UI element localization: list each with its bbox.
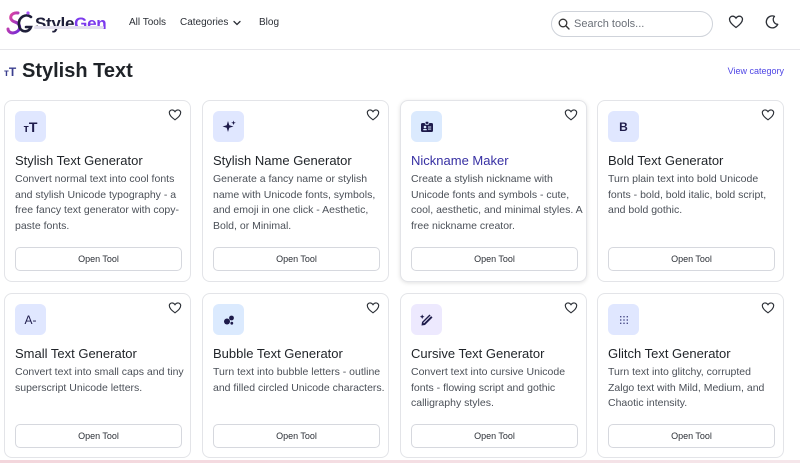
tool-description: Turn text into glitchy, corrupted Zalgo …: [608, 366, 765, 409]
tool-card[interactable]: Glitch Text Generator Turn text into gli…: [597, 293, 784, 458]
search-box[interactable]: [551, 11, 713, 37]
tool-card[interactable]: Nickname Maker Create a stylish nickname…: [400, 100, 587, 282]
brand-tagline-bar: [34, 26, 104, 29]
bubbles-icon: [213, 304, 244, 335]
tool-description: Convert text into cursive Unicode fonts …: [411, 366, 566, 409]
pen-icon: [411, 304, 442, 335]
open-tool-button[interactable]: Open Tool: [608, 424, 775, 448]
tool-description: Convert normal text into cool fonts and …: [15, 173, 179, 232]
tool-card[interactable]: B Bold Text Generator Turn plain text in…: [597, 100, 784, 282]
dark-mode-moon-icon[interactable]: [764, 14, 780, 30]
tool-card[interactable]: тT Stylish Text Generator Convert normal…: [4, 100, 191, 282]
tool-title[interactable]: Cursive Text Generator: [411, 346, 544, 361]
tool-title[interactable]: Bubble Text Generator: [213, 346, 343, 361]
open-tool-button[interactable]: Open Tool: [213, 424, 380, 448]
open-tool-button[interactable]: Open Tool: [608, 247, 775, 271]
favorite-heart-icon[interactable]: [761, 301, 775, 315]
sparkles-icon: [213, 111, 244, 142]
tool-description: Convert text into small caps and tiny su…: [15, 366, 184, 394]
tool-card[interactable]: Bubble Text Generator Turn text into bub…: [202, 293, 389, 458]
bold-icon: B: [608, 111, 639, 142]
favorite-heart-icon[interactable]: [761, 108, 775, 122]
open-tool-button[interactable]: Open Tool: [213, 247, 380, 271]
tool-card[interactable]: Cursive Text Generator Convert text into…: [400, 293, 587, 458]
brand-logo[interactable]: StyleGen: [6, 8, 107, 40]
top-header: StyleGen All Tools Categories Blog: [0, 0, 800, 50]
favorite-heart-icon[interactable]: [564, 108, 578, 122]
brand-name: StyleGen: [35, 14, 107, 33]
tool-title[interactable]: Stylish Name Generator: [213, 153, 352, 168]
chevron-down-icon: [233, 20, 242, 25]
glitch-grid-icon: [608, 304, 639, 335]
tool-card[interactable]: Stylish Name Generator Generate a fancy …: [202, 100, 389, 282]
tool-title[interactable]: Nickname Maker: [411, 153, 509, 168]
favorite-heart-icon[interactable]: [366, 108, 380, 122]
open-tool-button[interactable]: Open Tool: [411, 424, 578, 448]
tool-description: Create a stylish nickname with Unicode f…: [411, 173, 582, 232]
tool-title[interactable]: Small Text Generator: [15, 346, 137, 361]
page-title: Stylish Text: [22, 60, 133, 82]
tool-description: Generate a fancy name or stylish name wi…: [213, 173, 376, 232]
tool-description: Turn plain text into bold Unicode fonts …: [608, 173, 767, 216]
open-tool-button[interactable]: Open Tool: [15, 247, 182, 271]
text-size-icon: тT: [4, 64, 17, 79]
id-badge-icon: [411, 111, 442, 142]
view-category-link[interactable]: View category: [728, 66, 784, 76]
text-size-icon: тT: [15, 111, 46, 142]
favorite-heart-icon[interactable]: [168, 108, 182, 122]
nav-blog[interactable]: Blog: [259, 17, 279, 28]
favorite-heart-icon[interactable]: [168, 301, 182, 315]
search-icon: [558, 18, 570, 30]
tool-card[interactable]: A- Small Text Generator Convert text int…: [4, 293, 191, 458]
open-tool-button[interactable]: Open Tool: [15, 424, 182, 448]
favorite-heart-icon[interactable]: [366, 301, 380, 315]
section-heading: тT Stylish Text: [4, 60, 133, 83]
open-tool-button[interactable]: Open Tool: [411, 247, 578, 271]
favorite-heart-icon[interactable]: [564, 301, 578, 315]
nav-all-tools[interactable]: All Tools: [129, 17, 166, 28]
logo-mark-icon: [6, 11, 33, 35]
nav-categories-dropdown[interactable]: Categories: [180, 17, 242, 28]
small-text-icon: A-: [15, 304, 46, 335]
tool-title[interactable]: Bold Text Generator: [608, 153, 723, 168]
favorites-heart-icon[interactable]: [728, 14, 744, 30]
tool-title[interactable]: Glitch Text Generator: [608, 346, 731, 361]
tool-description: Turn text into bubble letters - outline …: [213, 366, 385, 394]
tool-title[interactable]: Stylish Text Generator: [15, 153, 143, 168]
search-input[interactable]: [574, 18, 704, 30]
nav-categories-label: Categories: [180, 17, 229, 28]
